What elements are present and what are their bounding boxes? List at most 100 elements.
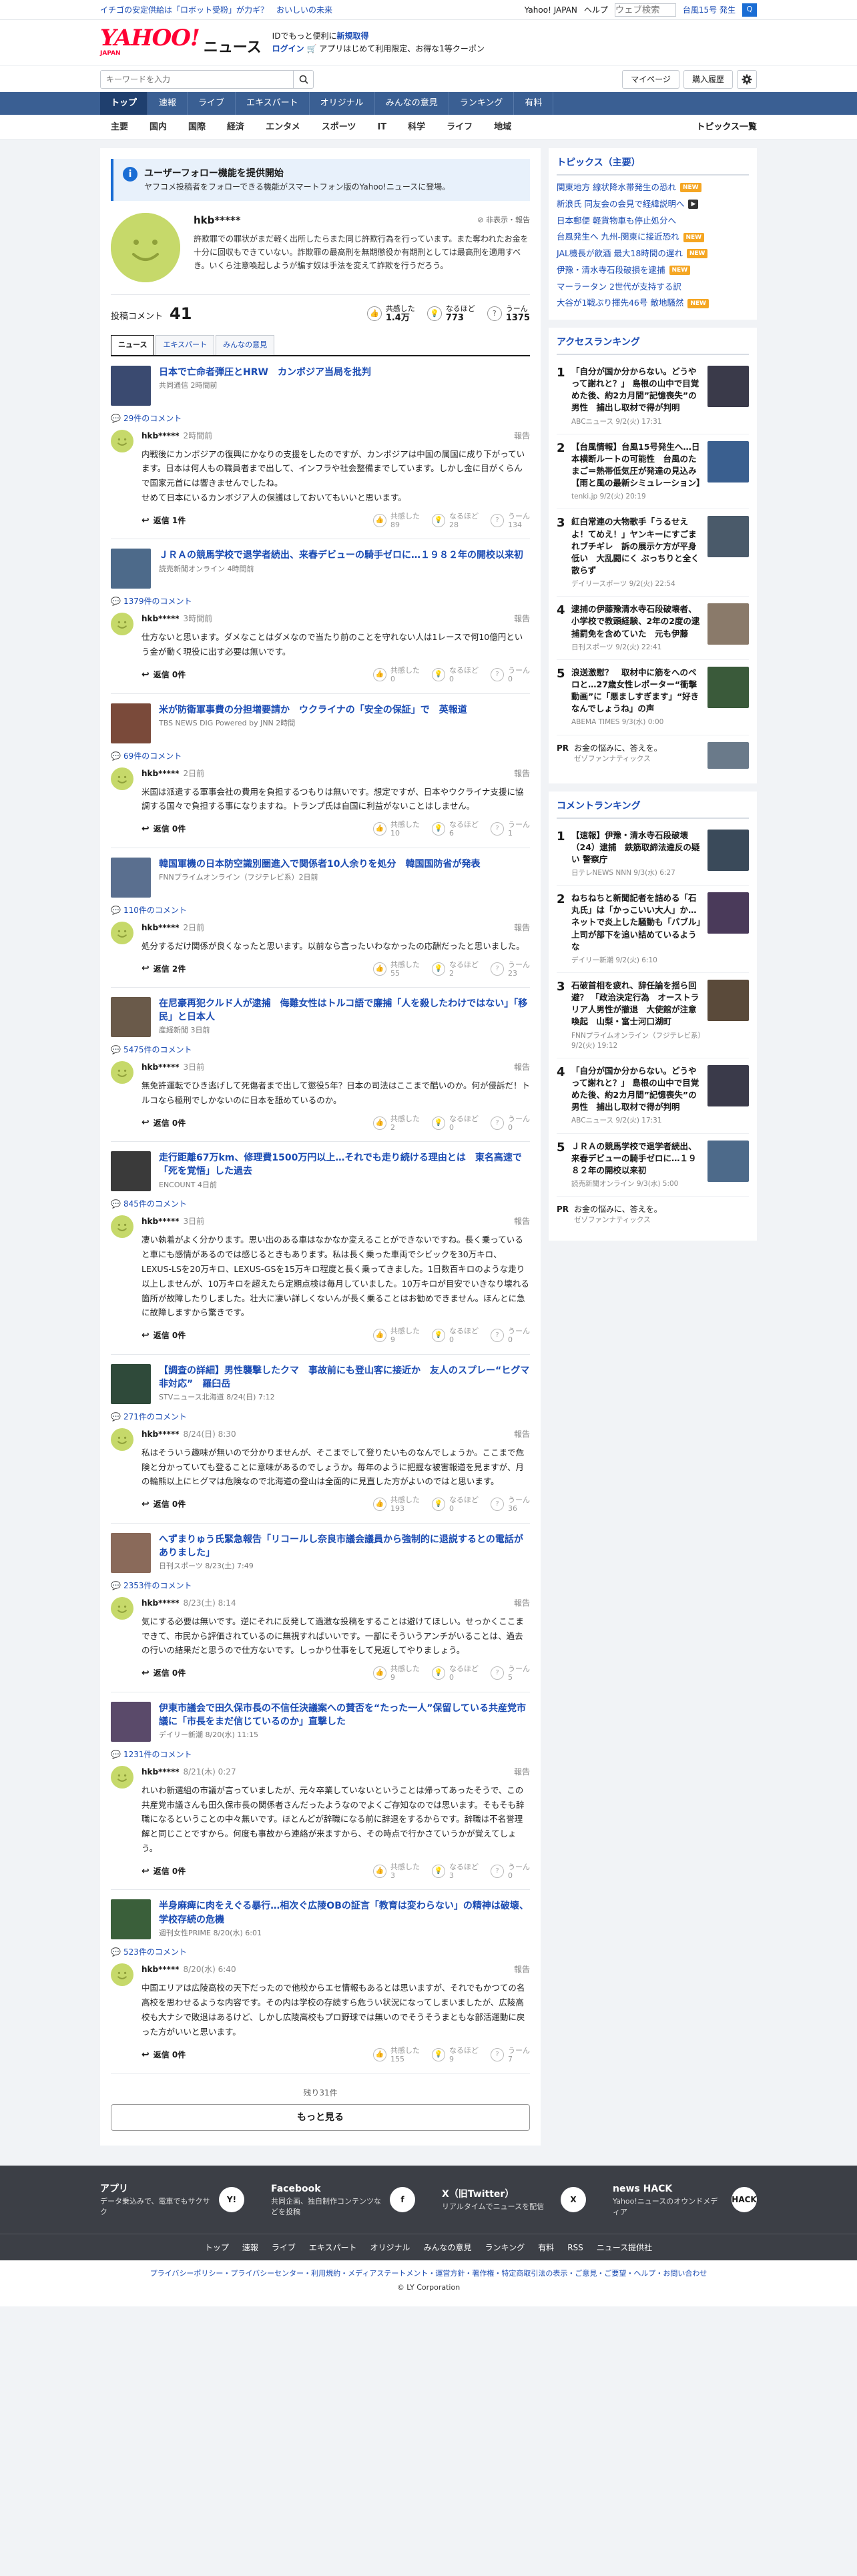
ranking-item[interactable]: 2 ねちねちと新聞記者を詰める「石丸氏」は「かっこいい大人」か…ネットで炎上した騒… xyxy=(557,886,749,974)
reaction-insightful-button[interactable]: 💡 なるほど 6 xyxy=(432,820,479,838)
cat-world[interactable]: 国際 xyxy=(178,121,216,134)
reaction-hmm-button[interactable]: ? うーん 1 xyxy=(491,820,530,838)
reply-button[interactable]: ↩ 返信 2件 xyxy=(141,962,186,976)
article-link[interactable]: 在尼豪再犯クルド人が逮捕 侮難女性はトルコ語で廉捕「人を殺したわけではない」「移… xyxy=(111,996,530,1037)
reaction-agree-button[interactable]: 👍 共感した 55 xyxy=(373,960,420,978)
article-link[interactable]: ＪＲＡの競馬学校で退学者続出、来春デビューの騎手ゼロに…１９８２年の開校以来初読… xyxy=(111,549,530,589)
signup-link[interactable]: 新規取得 xyxy=(336,31,368,41)
ranking-item[interactable]: 5 浪送激慰？ 取材中に筋をへのペロと…27歳女性レポーター“衝撃動画”に「悪まし… xyxy=(557,660,749,735)
article-title[interactable]: 走行距離67万km、修理費1500万円以上…それでも走り続ける理由とは 東名高速… xyxy=(159,1151,530,1179)
yahoo-news-logo[interactable]: YAHOO! JAPAN ニュース xyxy=(100,27,262,59)
reaction-hmm-button[interactable]: ? うーん 0 xyxy=(491,1327,530,1344)
reply-button[interactable]: ↩ 返信 0件 xyxy=(141,1498,186,1512)
reaction-hmm-button[interactable]: ? うーん 5 xyxy=(491,1664,530,1682)
article-title[interactable]: 伊東市議会で田久保市長の不信任決議案への賛否を“たった一人”保留している共産党市… xyxy=(159,1702,530,1729)
nav-ranking[interactable]: ランキング xyxy=(449,92,515,115)
ranking-item[interactable]: 4 「自分が国か分からない。どうやって謝れと？」 島根の山中で目覚めた後、約2カ月… xyxy=(557,1058,749,1134)
ranking-item[interactable]: 3 紅白常連の大物歌手「うるせえよ！てめえ！」ヤンキーにすごまれブチギレ 訴の展示… xyxy=(557,509,749,597)
cat-life[interactable]: ライフ xyxy=(436,121,483,134)
reaction-agree-button[interactable]: 👍 共感した 3 xyxy=(373,1863,420,1880)
article-title[interactable]: 在尼豪再犯クルド人が逮捕 侮難女性はトルコ語で廉捕「人を殺したわけではない」「移… xyxy=(159,997,530,1024)
footer-nav-item[interactable]: 速報 xyxy=(242,2242,258,2254)
reaction-hmm-button[interactable]: ? うーん 0 xyxy=(491,666,530,683)
report-link[interactable]: 報告 xyxy=(514,767,530,779)
comment-count-link[interactable]: 💬 2353件のコメント xyxy=(111,1580,530,1592)
reply-button[interactable]: ↩ 返信 0件 xyxy=(141,822,186,836)
reaction-insightful-button[interactable]: 💡 なるほど 0 xyxy=(432,666,479,683)
topic-item[interactable]: 関東地方 線状降水帯発生の恐れ NEW xyxy=(557,180,749,196)
nav-expert[interactable]: エキスパート xyxy=(236,92,310,115)
footer-nav-item[interactable]: ライブ xyxy=(272,2242,296,2254)
comment-count-link[interactable]: 💬 845件のコメント xyxy=(111,1198,530,1210)
cat-local[interactable]: 地域 xyxy=(483,121,522,134)
ranking-item[interactable]: 5 ＪＲＡの競馬学校で退学者続出、来春デビューの騎手ゼロに…１９８２年の開校以来初… xyxy=(557,1134,749,1197)
article-link[interactable]: 伊東市議会で田久保市長の不信任決議案への賛否を“たった一人”保留している共産党市… xyxy=(111,1701,530,1742)
reply-button[interactable]: ↩ 返信 0件 xyxy=(141,1865,186,1879)
reaction-agree-button[interactable]: 👍 共感した 2 xyxy=(373,1114,420,1132)
article-title[interactable]: 米が防衛軍事費の分担増要請か ウクライナの「安全の保証」で 英報道 xyxy=(159,703,467,717)
nav-original[interactable]: オリジナル xyxy=(310,92,375,115)
comment-count-link[interactable]: 💬 69件のコメント xyxy=(111,750,530,762)
reaction-insightful-button[interactable]: 💡 なるほど 3 xyxy=(432,1863,479,1880)
topic-item[interactable]: 伊豫・清水寺石段破損を逮捕 NEW xyxy=(557,262,749,279)
footer-nav-item[interactable]: オリジナル xyxy=(370,2242,410,2254)
nav-opinions[interactable]: みんなの意見 xyxy=(375,92,449,115)
login-link[interactable]: ログイン xyxy=(272,44,304,53)
settings-button[interactable] xyxy=(737,69,757,89)
yahoo-japan-link[interactable]: Yahoo! JAPAN xyxy=(525,4,577,16)
typhoon-link[interactable]: 台風15号 発生 xyxy=(683,4,736,16)
topic-item[interactable]: 日本郵便 軽貨物車も停止処分へ xyxy=(557,213,749,230)
article-link[interactable]: 走行距離67万km、修理費1500万円以上…それでも走り続ける理由とは 東名高速… xyxy=(111,1151,530,1191)
topic-item[interactable]: マーラータン 2世代が支持する訳 xyxy=(557,279,749,296)
footer-app-link[interactable]: X（旧Twitter） リアルタイムでニュースを配信 X xyxy=(442,2187,586,2213)
cat-domestic[interactable]: 国内 xyxy=(139,121,178,134)
access-pr[interactable]: PR お金の悩みに、答えを。 ゼゾファンナティックス xyxy=(557,735,749,775)
reply-button[interactable]: ↩ 返信 0件 xyxy=(141,668,186,682)
reaction-insightful-button[interactable]: 💡 なるほど 0 xyxy=(432,1327,479,1344)
article-link[interactable]: 【調査の詳細】男性襲撃したクマ 事故前にも登山客に接近か 友人のスプレー“ヒグマ… xyxy=(111,1363,530,1404)
comment-count-link[interactable]: 💬 110件のコメント xyxy=(111,904,530,916)
footer-nav-item[interactable]: エキスパート xyxy=(309,2242,357,2254)
reaction-agree-button[interactable]: 👍 共感した 89 xyxy=(373,512,420,529)
report-link[interactable]: 報告 xyxy=(514,1428,530,1440)
reaction-insightful-button[interactable]: 💡 なるほど 0 xyxy=(432,1664,479,1682)
article-title[interactable]: 【調査の詳細】男性襲撃したクマ 事故前にも登山客に接近か 友人のスプレー“ヒグマ… xyxy=(159,1364,530,1391)
tab-news[interactable]: ニュース xyxy=(111,335,155,355)
report-link[interactable]: 報告 xyxy=(514,922,530,934)
footer-nav-item[interactable]: ランキング xyxy=(485,2242,525,2254)
nav-live[interactable]: ライブ xyxy=(188,92,236,115)
reaction-hmm-button[interactable]: ? うーん 0 xyxy=(491,1114,530,1132)
tab-expert[interactable]: エキスパート xyxy=(156,335,215,355)
load-more-button[interactable]: もっと見る xyxy=(111,2104,530,2132)
topic-item[interactable]: 大谷が1戦ぶり揮先46号 敵地騒然 NEW xyxy=(557,295,749,312)
article-link[interactable]: へずまりゅう氏緊急報告「リコールし奈良市議会議員から強制的に退説するとの電話があ… xyxy=(111,1532,530,1573)
cat-business[interactable]: 経済 xyxy=(216,121,255,134)
cat-sports[interactable]: スポーツ xyxy=(311,121,367,134)
footer-links[interactable]: プライバシーポリシー・プライバシーセンター・利用規約・メディアステートメント・運… xyxy=(0,2260,857,2282)
article-link[interactable]: 半身麻痺に肉をえぐる暴行…相次ぐ広陵OBの証言「教育は変わらない」の精神は破壊、… xyxy=(111,1899,530,1940)
info-desc[interactable]: ヤフコメ投稿者をフォローできる機能がスマートフォン版のYahoo!ニュースに登場… xyxy=(144,181,450,193)
report-link[interactable]: 報告 xyxy=(514,613,530,625)
ranking-item[interactable]: 2 【台風情報】台風15号発生へ…日本横断ルートの可能性 台風のたまご＝熱帯低気圧… xyxy=(557,434,749,510)
topic-item[interactable]: JAL機長が飲酒 最大18時間の遅れ NEW xyxy=(557,246,749,262)
reply-button[interactable]: ↩ 返信 1件 xyxy=(141,514,186,528)
mypage-button[interactable]: マイページ xyxy=(622,69,679,89)
reaction-insightful-button[interactable]: 💡 なるほど 0 xyxy=(432,1496,479,1513)
report-link[interactable]: 報告 xyxy=(514,1963,530,1975)
reaction-hmm-button[interactable]: ? うーん 23 xyxy=(491,960,530,978)
search-button[interactable] xyxy=(293,70,313,88)
reaction-hmm-button[interactable]: ? うーん 7 xyxy=(491,2046,530,2063)
reaction-agree-button[interactable]: 👍 共感した 10 xyxy=(373,820,420,838)
comment-count-link[interactable]: 💬 523件のコメント xyxy=(111,1946,530,1958)
reply-button[interactable]: ↩ 返信 0件 xyxy=(141,1116,186,1130)
nav-paid[interactable]: 有料 xyxy=(514,92,554,115)
footer-nav-item[interactable]: みんなの意見 xyxy=(424,2242,472,2254)
footer-app-link[interactable]: Facebook 共同企画、独自制作コンテンツなどを投稿 f xyxy=(271,2182,415,2217)
purchase-history-button[interactable]: 購入履歴 xyxy=(683,69,733,89)
topic-item[interactable]: 台風発生へ 九州-関東に接近恐れ NEW xyxy=(557,229,749,246)
reaction-insightful-button[interactable]: 💡 なるほど 28 xyxy=(432,512,479,529)
hide-report-link[interactable]: ⊘ 非表示・報告 xyxy=(477,215,530,226)
article-title[interactable]: へずまりゅう氏緊急報告「リコールし奈良市議会議員から強制的に退説するとの電話があ… xyxy=(159,1533,530,1560)
article-title[interactable]: ＪＲＡの競馬学校で退学者続出、来春デビューの騎手ゼロに…１９８２年の開校以来初 xyxy=(159,549,523,562)
report-link[interactable]: 報告 xyxy=(514,1766,530,1778)
